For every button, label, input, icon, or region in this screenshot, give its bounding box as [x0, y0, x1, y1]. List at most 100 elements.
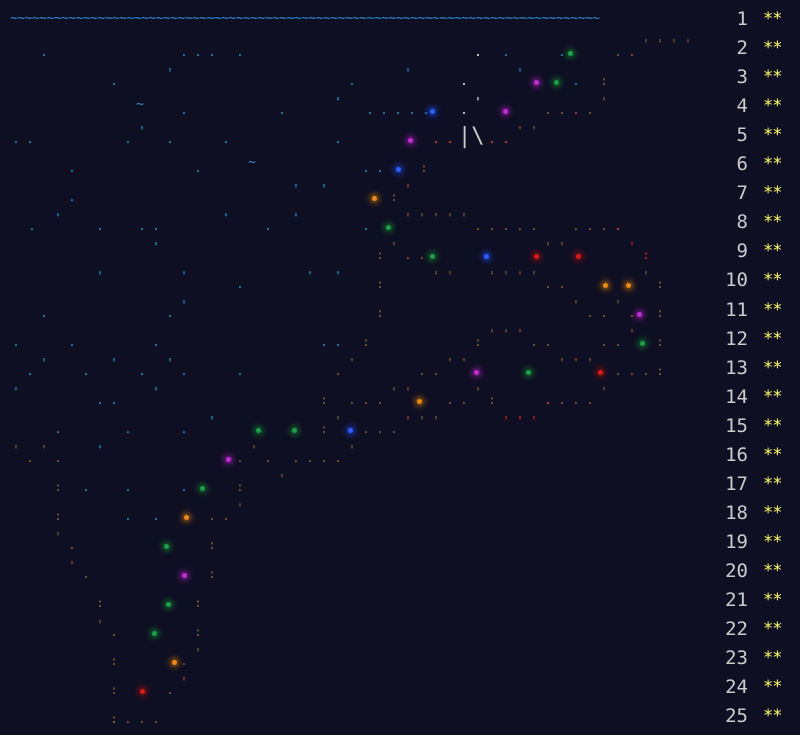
trail-glyph: '	[488, 327, 496, 341]
day-row-14[interactable]: 14 **	[700, 383, 800, 412]
trail-glyph: :	[376, 277, 384, 291]
trail-glyph: .	[152, 712, 160, 726]
ornament-light-icon	[598, 370, 603, 375]
trail-glyph: .	[26, 451, 34, 465]
trail-glyph: '	[390, 385, 398, 399]
trail-glyph: '	[530, 124, 538, 138]
trail-glyph: '	[670, 37, 678, 51]
trail-glyph: .	[544, 335, 552, 349]
trail-glyph: '	[446, 269, 454, 283]
trail-glyph: '	[530, 269, 538, 283]
sea-dot: .	[166, 132, 174, 146]
day-row-4[interactable]: 4 **	[700, 92, 800, 121]
sea-dot: .	[152, 335, 160, 349]
sea-dot: .	[558, 45, 566, 59]
day-stars: **	[763, 560, 783, 581]
trail-glyph: .	[68, 538, 76, 552]
day-number: 18	[725, 501, 748, 524]
trail-glyph: '	[558, 240, 566, 254]
trail-glyph: :	[488, 393, 496, 407]
day-row-22[interactable]: 22 **	[700, 615, 800, 644]
sea-dot: .	[422, 103, 430, 117]
day-number: 2	[736, 37, 748, 60]
trail-glyph: :	[600, 74, 608, 88]
sea-tick: '	[516, 66, 524, 80]
day-row-11[interactable]: 11 **	[700, 296, 800, 325]
day-stars: **	[763, 241, 783, 262]
day-row-24[interactable]: 24 **	[700, 673, 800, 702]
day-row-1[interactable]: 1 **	[700, 5, 800, 34]
trail-glyph: .	[600, 219, 608, 233]
trail-glyph: :	[376, 306, 384, 320]
day-row-17[interactable]: 17 **	[700, 470, 800, 499]
sea-tick: '	[180, 269, 188, 283]
sea-dot: .	[334, 335, 342, 349]
day-row-23[interactable]: 23 **	[700, 644, 800, 673]
day-row-5[interactable]: 5 **	[700, 121, 800, 150]
trail-glyph: '	[54, 530, 62, 544]
sea-dot: .	[12, 132, 20, 146]
ornament-light-icon	[372, 196, 377, 201]
day-row-16[interactable]: 16 **	[700, 441, 800, 470]
trail-glyph: .	[138, 712, 146, 726]
day-stars: **	[763, 648, 783, 669]
ornament-light-icon	[484, 254, 489, 259]
trail-glyph: '	[600, 95, 608, 109]
day-row-18[interactable]: 18 **	[700, 499, 800, 528]
sea-tick: '	[208, 414, 216, 428]
day-row-7[interactable]: 7 **	[700, 179, 800, 208]
day-row-15[interactable]: 15 **	[700, 412, 800, 441]
trail-glyph: .	[600, 306, 608, 320]
trail-glyph: .	[642, 364, 650, 378]
sea-tick: '	[334, 269, 342, 283]
day-row-12[interactable]: 12 **	[700, 325, 800, 354]
day-row-2[interactable]: 2 **	[700, 34, 800, 63]
day-row-3[interactable]: 3 **	[700, 63, 800, 92]
trail-glyph: .	[362, 422, 370, 436]
ornament-light-icon	[256, 428, 261, 433]
trail-glyph: .	[558, 277, 566, 291]
trail-glyph: :	[420, 161, 428, 175]
day-row-6[interactable]: 6 **	[700, 150, 800, 179]
trail-glyph: :	[194, 625, 202, 639]
day-row-9[interactable]: 9 **	[700, 237, 800, 266]
trail-glyph: :	[474, 335, 482, 349]
day-row-21[interactable]: 21 **	[700, 586, 800, 615]
sea-dot: .	[362, 161, 370, 175]
day-number: 23	[725, 647, 748, 670]
day-stars: **	[763, 125, 783, 146]
trail-glyph-red: '	[516, 414, 524, 428]
trail-glyph: .	[586, 393, 594, 407]
sea-dot: .	[194, 45, 202, 59]
ornament-light-icon	[140, 689, 145, 694]
trail-glyph: '	[278, 472, 286, 486]
small-wave: ~	[136, 97, 144, 112]
trail-glyph: .	[544, 103, 552, 117]
trail-glyph: '	[250, 443, 258, 457]
sea-dot: .	[40, 45, 48, 59]
sea-dot: .	[68, 190, 76, 204]
day-row-19[interactable]: 19 **	[700, 528, 800, 557]
trail-glyph: :	[208, 538, 216, 552]
trail-glyph: .	[418, 248, 426, 262]
sea-tick: '	[54, 211, 62, 225]
day-row-8[interactable]: 8 **	[700, 208, 800, 237]
trail-glyph: .	[530, 219, 538, 233]
trail-glyph: .	[110, 712, 118, 726]
trail-glyph: '	[194, 646, 202, 660]
sea-dot: .	[124, 132, 132, 146]
sea-tick: '	[306, 269, 314, 283]
trail-glyph-red: '	[628, 240, 636, 254]
day-number: 10	[725, 269, 748, 292]
trail-glyph: .	[320, 451, 328, 465]
day-row-10[interactable]: 10 **	[700, 266, 800, 295]
trail-glyph: .	[376, 393, 384, 407]
day-row-25[interactable]: 25 **	[700, 702, 800, 731]
trail-glyph-red: '	[530, 414, 538, 428]
sea-tick: '	[404, 66, 412, 80]
day-row-13[interactable]: 13 **	[700, 354, 800, 383]
day-stars: **	[763, 357, 783, 378]
day-stars: **	[763, 473, 783, 494]
day-stars: **	[763, 502, 783, 523]
day-row-20[interactable]: 20 **	[700, 557, 800, 586]
